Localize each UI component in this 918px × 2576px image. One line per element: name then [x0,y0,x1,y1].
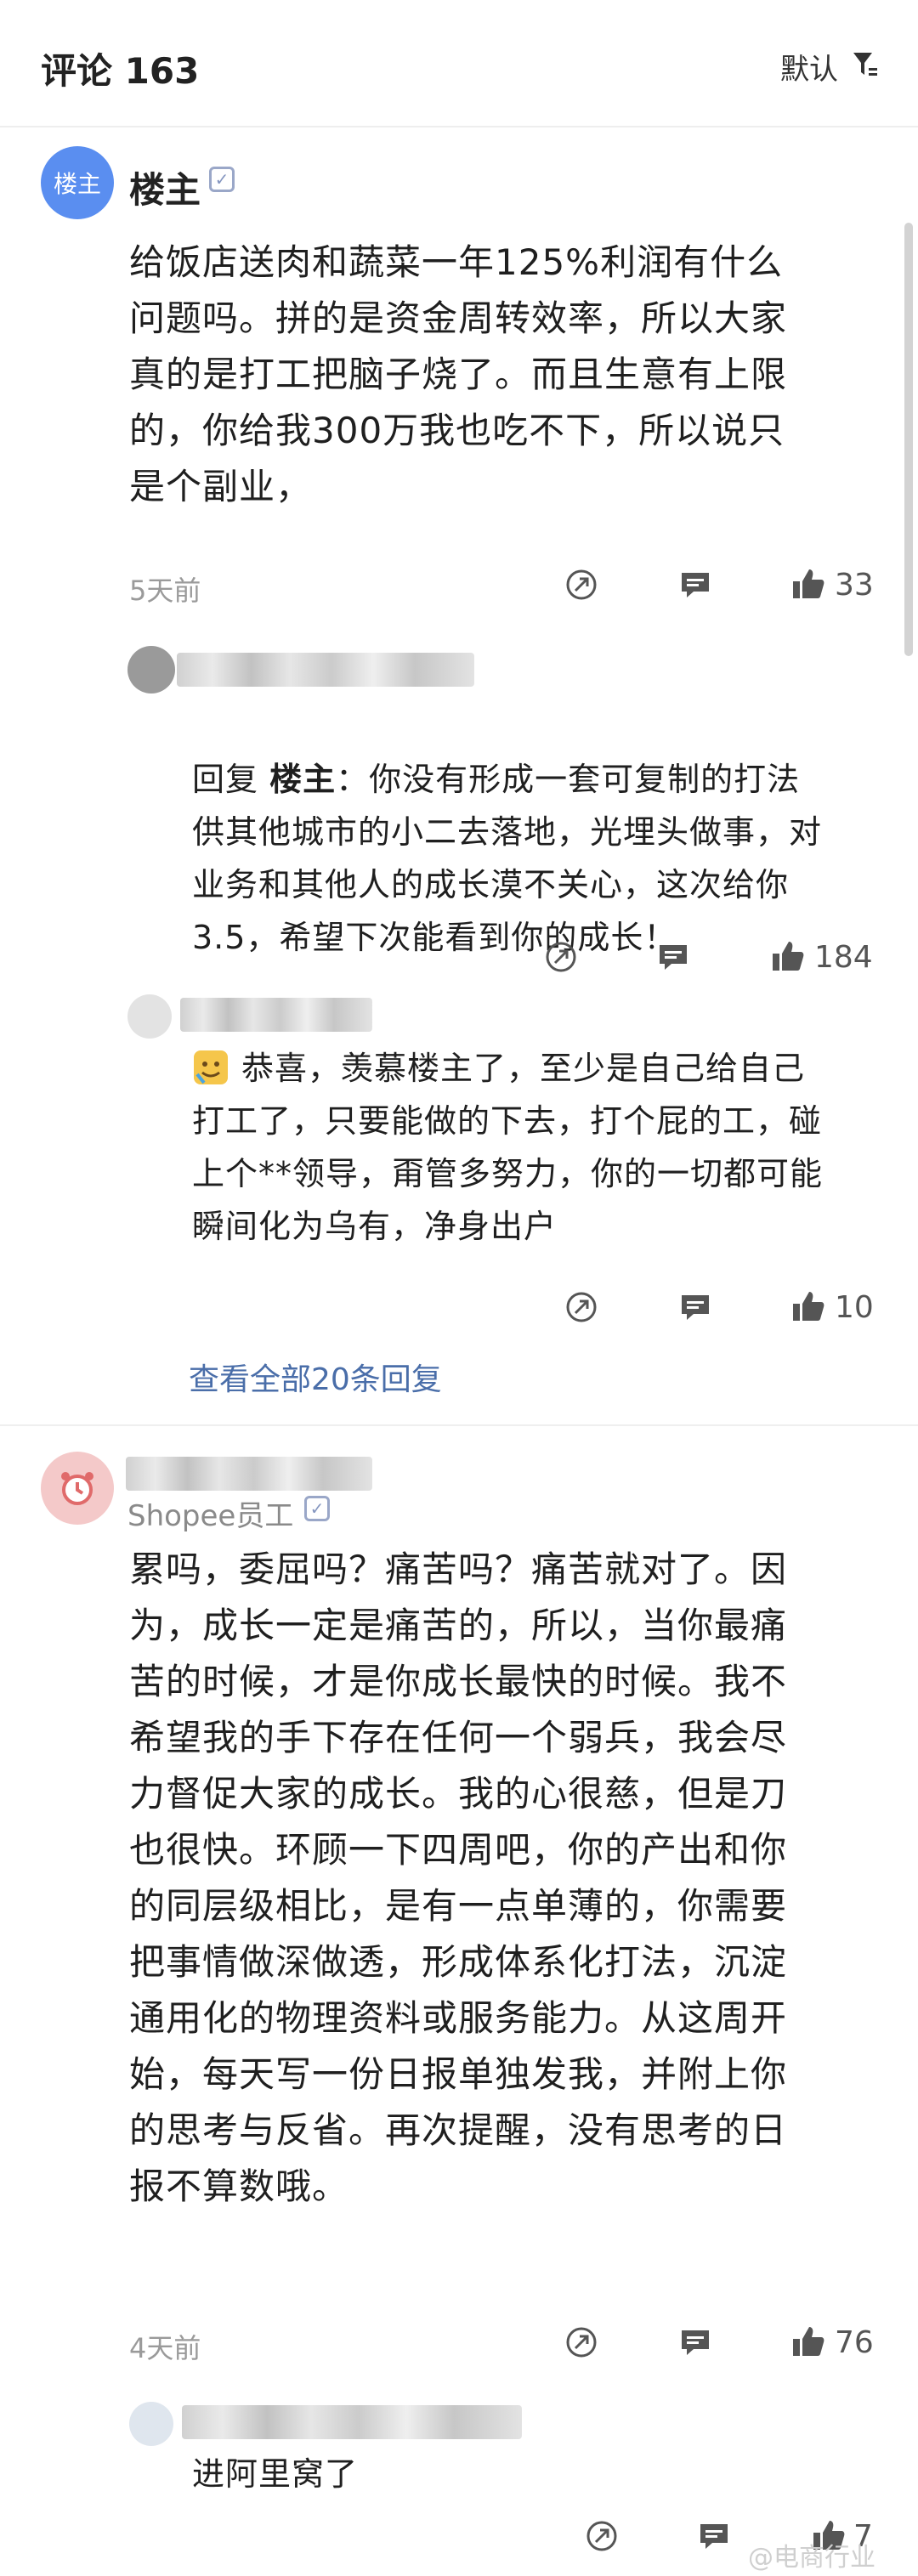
like-count: 10 [835,1290,874,1325]
share-icon[interactable] [564,568,598,602]
like-count: 33 [835,568,874,603]
verified-icon: ✓ [304,1496,330,1521]
comments-header: 评论 163 默认 [0,0,918,127]
blurred-username [182,2405,522,2439]
reply-prefix: 回复 [192,761,270,798]
comment-body: 给饭店送肉和蔬菜一年125%利润有什么 问题吗。拼的是资金周转效率，所以大家 真… [129,241,788,507]
like-icon[interactable] [790,2324,826,2359]
reply-body: 回复 楼主：你没有形成一套可复制的打法 供其他城市的小二去落地，光埋头做事，对 … [192,700,889,964]
filter-icon[interactable] [852,49,877,78]
comment-icon[interactable] [678,1290,712,1324]
share-icon[interactable] [564,1290,598,1324]
avatar-label: 楼主 [53,170,101,198]
avatar[interactable] [128,994,172,1039]
reply-text: 恭喜，羡慕楼主了，至少是自己给自己 打工了，只要能做的下去，打个屁的工，碰 上个… [192,1050,824,1245]
sort-dropdown-label[interactable]: 默认 [780,46,838,88]
reply-target[interactable]: 楼主 [269,761,336,798]
share-icon[interactable] [585,2519,619,2553]
share-icon[interactable] [544,940,578,974]
divider [0,1424,918,1426]
comments-title: 评论 163 [41,50,200,92]
blurred-username [126,1457,372,1491]
view-all-replies-link[interactable]: 查看全部20条回复 [189,1355,442,1399]
author-name[interactable]: 楼主 [129,161,201,213]
comment-icon[interactable] [697,2519,731,2553]
like-icon[interactable] [790,566,826,602]
like-icon[interactable] [790,1288,826,1324]
comment-time: 4天前 [129,2332,201,2364]
reply-colon: ： [336,761,370,798]
blurred-username [177,653,474,687]
like-icon[interactable] [770,938,806,974]
avatar[interactable]: 楼主 [41,146,114,219]
watermark: @电商行业 [748,2543,876,2573]
avatar[interactable] [128,646,175,694]
share-icon[interactable] [564,2325,598,2359]
author-subtitle: Shopee员工 [128,1499,294,1533]
verified-icon: ✓ [209,167,235,192]
avatar[interactable] [41,1452,114,1525]
like-count: 76 [835,2325,874,2360]
scrollbar[interactable] [904,223,913,656]
blurred-username [180,998,372,1032]
clock-avatar-icon [61,1472,94,1505]
comment-icon[interactable] [678,568,712,602]
avatar[interactable] [129,2402,173,2446]
comment-icon[interactable] [656,940,690,974]
comment-body: 累吗，委屈吗？痛苦吗？痛苦就对了。因 为，成长一定是痛苦的，所以，当你最痛 苦的… [129,1548,788,2207]
reply-text: 进阿里窝了 [192,2455,359,2493]
comment-icon[interactable] [678,2325,712,2359]
comment-time: 5天前 [129,575,201,607]
like-count: 184 [814,940,873,975]
